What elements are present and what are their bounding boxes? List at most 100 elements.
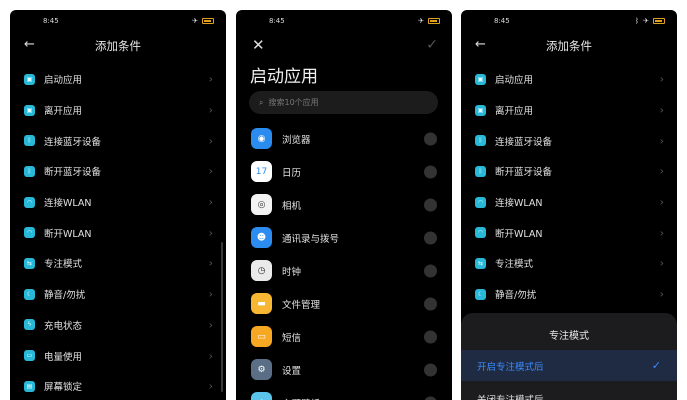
condition-item[interactable]: ▭ 电量使用 › [10, 340, 226, 371]
app-item[interactable]: ☻ 通讯录与拨号 [236, 221, 452, 254]
calendar-icon: 17 [251, 161, 272, 182]
condition-item[interactable]: ⇆ 专注模式 › [10, 248, 226, 279]
chevron-right-icon: › [659, 134, 664, 148]
sheet-option-focus-off[interactable]: 关闭专注模式后 [461, 383, 677, 400]
condition-item[interactable]: ◠ 断开WLAN › [461, 217, 677, 248]
condition-label: 连接蓝牙设备 [44, 136, 102, 148]
wlan-connect-icon: ◠ [24, 196, 35, 208]
status-bar: 8:45 ᛒ ✈ [461, 17, 677, 29]
chevron-right-icon: › [208, 318, 213, 332]
app-item[interactable]: ▭ 短信 [236, 320, 452, 353]
battery-icon [428, 18, 440, 24]
status-bar: 8:45 ✈ [10, 17, 226, 29]
condition-list: ▣ 启动应用 › ▣ 离开应用 › ᛒ 连接蓝牙设备 › ᛒ 断开蓝牙设备 › ◠ 连接WLAN › ◠ 断开W… [10, 64, 226, 400]
app-label: 日历 [282, 167, 302, 179]
battery-icon [653, 18, 665, 24]
condition-item[interactable]: ◠ 连接WLAN › [461, 187, 677, 218]
airplane-icon: ✈ [192, 17, 198, 25]
chevron-right-icon: › [208, 195, 213, 209]
chevron-right-icon: › [659, 287, 664, 301]
app-leave-icon: ▣ [24, 104, 35, 116]
app-label: 通讯录与拨号 [282, 233, 340, 245]
select-radio[interactable] [424, 264, 437, 277]
condition-item[interactable]: ᛒ 连接蓝牙设备 › [461, 125, 677, 156]
airplane-icon: ✈ [418, 17, 424, 25]
confirm-check-icon[interactable]: ✓ [426, 37, 438, 53]
condition-item[interactable]: ☾ 静音/勿扰 › [461, 279, 677, 310]
app-label: 主题壁纸 [282, 396, 320, 400]
app-item[interactable]: ◎ 相机 [236, 188, 452, 221]
chevron-right-icon: › [659, 164, 664, 178]
condition-item[interactable]: ᛒ 断开蓝牙设备 › [10, 156, 226, 187]
app-label: 文件管理 [282, 299, 321, 311]
condition-item[interactable]: ▣ 启动应用 › [10, 64, 226, 95]
condition-item[interactable]: ϟ 充电状态 › [10, 310, 226, 341]
condition-label: 电量使用 [44, 351, 83, 363]
checkmark-icon: ✓ [651, 359, 661, 372]
chevron-right-icon: › [208, 379, 213, 393]
sheet-option-focus-on[interactable]: 开启专注模式后 ✓ [461, 350, 677, 381]
condition-item[interactable]: ⇆ 专注模式 › [461, 248, 677, 279]
clock-icon: ◷ [251, 260, 272, 281]
app-label: 浏览器 [282, 134, 311, 146]
bluetooth-connect-icon: ᛒ [24, 135, 35, 147]
focus-mode-icon: ⇆ [24, 257, 35, 269]
condition-label: 连接蓝牙设备 [495, 136, 553, 148]
bluetooth-disconnect-icon: ᛒ [24, 165, 35, 177]
select-radio[interactable] [424, 198, 437, 211]
app-label: 时钟 [282, 266, 302, 278]
browser-icon: ◉ [251, 128, 272, 149]
chevron-right-icon: › [659, 103, 664, 117]
app-item[interactable]: ◷ 时钟 [236, 254, 452, 287]
condition-item[interactable]: ☾ 静音/勿扰 › [10, 279, 226, 310]
condition-item[interactable]: ◠ 连接WLAN › [10, 187, 226, 218]
condition-label: 断开WLAN [44, 228, 92, 240]
select-radio[interactable] [424, 330, 437, 343]
charging-icon: ϟ [24, 319, 35, 331]
select-radio[interactable] [424, 297, 437, 310]
app-launch-icon: ▣ [475, 73, 486, 85]
condition-label: 静音/勿扰 [495, 290, 537, 302]
condition-label: 连接WLAN [495, 198, 543, 210]
select-radio[interactable] [424, 165, 437, 178]
app-item[interactable]: ▬ 文件管理 [236, 287, 452, 320]
condition-list: ▣ 启动应用 › ▣ 离开应用 › ᛒ 连接蓝牙设备 › ᛒ 断开蓝牙设备 › ◠ 连接WLAN › ◠ 断开W… [461, 64, 677, 310]
condition-item[interactable]: ▣ 离开应用 › [461, 95, 677, 126]
scrollbar[interactable] [221, 242, 223, 392]
select-radio[interactable] [424, 363, 437, 376]
battery-icon [202, 18, 214, 24]
search-placeholder: 搜索10个应用 [268, 98, 319, 107]
bluetooth-disconnect-icon: ᛒ [475, 165, 486, 177]
condition-label: 专注模式 [44, 259, 83, 271]
condition-item[interactable]: ◠ 断开WLAN › [10, 217, 226, 248]
app-item[interactable]: ⚙ 设置 [236, 353, 452, 386]
chevron-right-icon: › [208, 134, 213, 148]
condition-item[interactable]: ▣ 启动应用 › [461, 64, 677, 95]
condition-item[interactable]: ▣ 离开应用 › [10, 95, 226, 126]
app-label: 相机 [282, 200, 302, 212]
chevron-right-icon: › [659, 195, 664, 209]
wlan-disconnect-icon: ◠ [24, 227, 35, 239]
condition-item[interactable]: ᛒ 连接蓝牙设备 › [10, 125, 226, 156]
select-radio[interactable] [424, 396, 437, 400]
app-item[interactable]: ◆ 主题壁纸 [236, 386, 452, 400]
search-input[interactable]: ⌕ 搜索10个应用 [249, 91, 438, 114]
condition-item[interactable]: ᛒ 断开蓝牙设备 › [461, 156, 677, 187]
chevron-right-icon: › [208, 103, 213, 117]
phone-screen-focus-mode-sheet: 8:45 ᛒ ✈ ← 添加条件 ▣ 启动应用 › ▣ 离开应用 › ᛒ 连接蓝牙设备 › ᛒ 断开蓝牙… [461, 10, 677, 400]
app-item[interactable]: 17 日历 [236, 155, 452, 188]
close-icon[interactable]: ✕ [252, 37, 265, 53]
select-radio[interactable] [424, 231, 437, 244]
bluetooth-status-icon: ᛒ [634, 17, 640, 25]
condition-item[interactable]: ▤ 屏幕锁定 › [10, 371, 226, 400]
page-title: 添加条件 [546, 39, 592, 53]
bottom-sheet: 专注模式 开启专注模式后 ✓ 关闭专注模式后 [461, 313, 677, 400]
page-title: 启动应用 [250, 67, 318, 87]
search-icon: ⌕ [259, 97, 264, 107]
header: ← 添加条件 [10, 38, 226, 54]
chevron-right-icon: › [208, 256, 213, 270]
app-item[interactable]: ◉ 浏览器 [236, 122, 452, 155]
select-radio[interactable] [424, 132, 437, 145]
file-manager-icon: ▬ [251, 293, 272, 314]
header: ← 添加条件 [461, 38, 677, 54]
